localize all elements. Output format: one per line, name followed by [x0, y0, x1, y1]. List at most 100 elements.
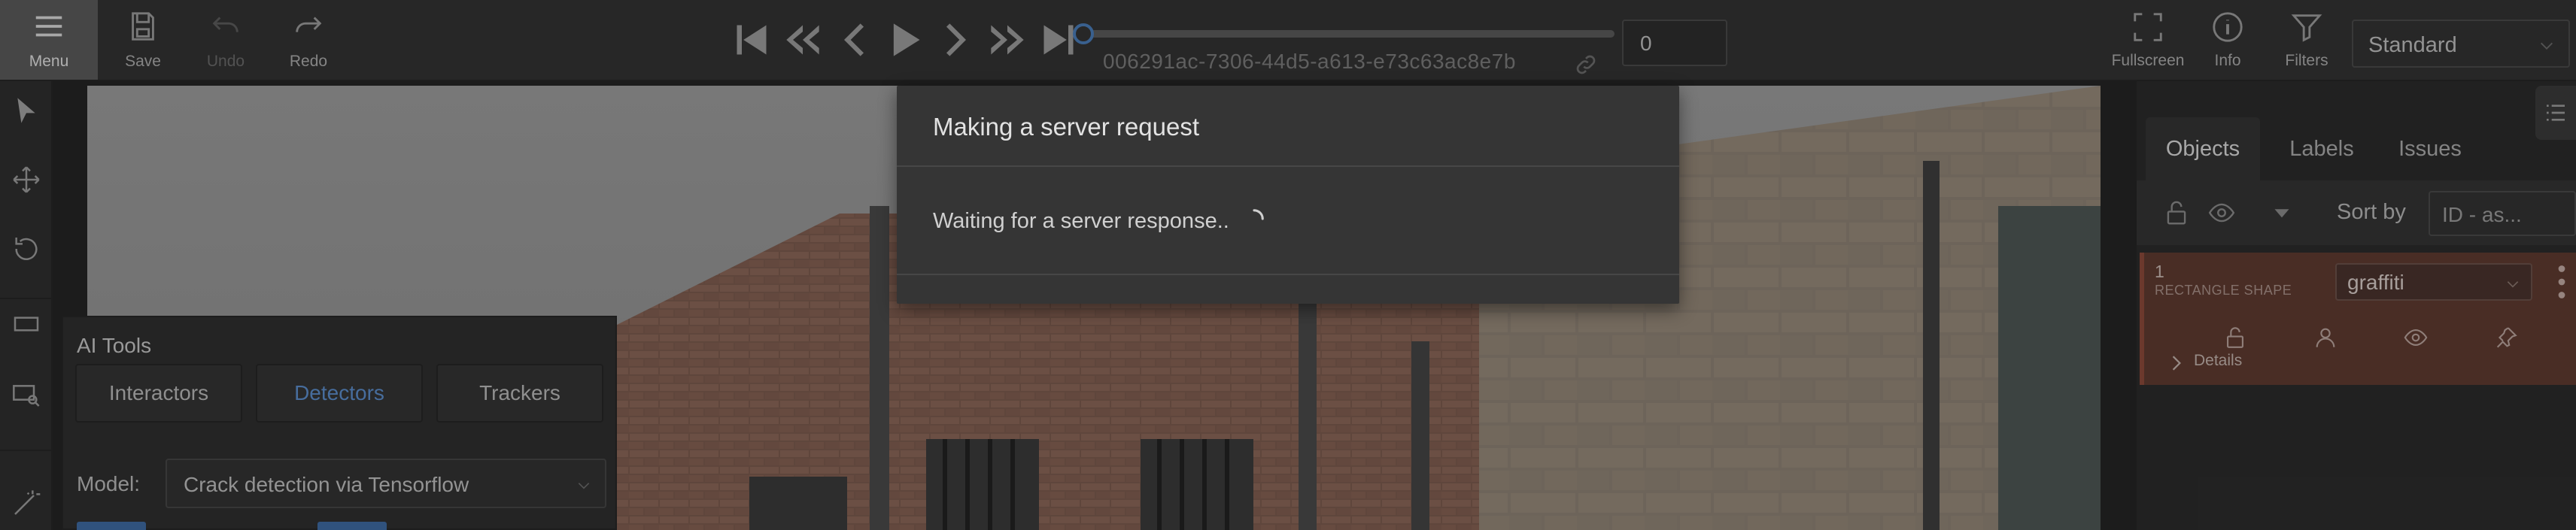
previous-frame-button[interactable] — [832, 15, 876, 65]
list-icon — [2547, 104, 2565, 121]
play-icon — [893, 23, 920, 56]
tab-trackers[interactable]: Trackers — [436, 364, 603, 422]
user-icon[interactable] — [2313, 325, 2338, 350]
save-label: Save — [125, 53, 161, 70]
modal-divider — [897, 274, 1679, 275]
undo-button[interactable]: Undo — [188, 0, 263, 80]
save-icon — [132, 12, 154, 41]
skip-last-icon — [1043, 25, 1074, 55]
object-type: RECTANGLE SHAPE — [2155, 283, 2292, 298]
chevron-down-icon — [2507, 281, 2519, 288]
move-icon — [13, 166, 40, 193]
details-toggle[interactable]: Details — [2194, 352, 2242, 370]
frame-slider[interactable] — [1073, 23, 1615, 44]
tool-divider — [0, 298, 53, 299]
forward-step-button[interactable] — [986, 15, 1029, 65]
tab-issues[interactable]: Issues — [2379, 117, 2481, 180]
undo-label: Undo — [206, 53, 245, 70]
undo-icon — [212, 17, 238, 32]
pin-icon[interactable] — [2493, 325, 2519, 350]
eye-icon[interactable] — [2403, 325, 2429, 350]
modal-title: Making a server request — [933, 113, 1199, 141]
tool-divider — [0, 450, 53, 451]
object-id: 1 — [2155, 262, 2164, 281]
fullscreen-button[interactable]: Fullscreen — [2107, 0, 2189, 80]
link-icon[interactable] — [1574, 53, 1598, 77]
redo-label: Redo — [289, 53, 328, 70]
filter-icon — [2291, 14, 2322, 42]
hamburger-icon — [35, 16, 62, 37]
unlock-icon[interactable] — [2222, 325, 2248, 350]
slider-handle[interactable] — [1073, 23, 1094, 44]
play-button[interactable] — [883, 15, 927, 65]
more-vertical-icon[interactable] — [2556, 263, 2567, 301]
tab-detectors[interactable]: Detectors — [256, 364, 423, 422]
rectangle-icon — [14, 316, 39, 332]
loading-spinner-icon — [1253, 209, 1264, 220]
model-value: Crack detection via Tensorflow — [184, 473, 469, 496]
object-label-select[interactable]: graffiti — [2335, 263, 2532, 301]
ai-action-button[interactable] — [317, 522, 387, 530]
zoom-region-tool[interactable] — [6, 374, 47, 415]
menu-button[interactable]: Menu — [0, 0, 98, 80]
unlock-icon[interactable] — [2162, 198, 2191, 227]
sidebar-collapse-button[interactable] — [2535, 86, 2576, 140]
server-request-modal: Making a server request Waiting for a se… — [897, 86, 1679, 304]
rotate-tool[interactable] — [6, 229, 47, 269]
ai-tools-tabs: Interactors Detectors Trackers — [75, 364, 606, 422]
fast-backward-icon — [786, 25, 819, 55]
tab-labels[interactable]: Labels — [2271, 117, 2373, 180]
menu-label: Menu — [29, 53, 69, 70]
back-step-button[interactable] — [781, 15, 825, 65]
first-frame-button[interactable] — [730, 15, 773, 65]
caret-down-icon[interactable] — [2268, 198, 2296, 227]
workspace-select[interactable]: Standard — [2352, 20, 2570, 68]
eye-icon[interactable] — [2207, 198, 2236, 227]
move-tool[interactable] — [6, 159, 47, 200]
chevron-right-icon[interactable] — [2170, 355, 2183, 371]
fullscreen-label: Fullscreen — [2111, 52, 2185, 69]
frame-number-input[interactable]: 0 — [1622, 20, 1727, 66]
zoom-region-icon — [13, 385, 40, 407]
ai-tools-button[interactable] — [6, 483, 47, 523]
frame-filename: 006291ac-7306-44d5-a613-e73c63ac8e7b — [1103, 50, 1516, 73]
sort-value: ID - as... — [2442, 203, 2522, 226]
object-label-value: graffiti — [2347, 271, 2404, 294]
model-select[interactable]: Crack detection via Tensorflow — [166, 459, 606, 508]
chevron-right-icon — [946, 23, 966, 56]
objects-toolbar: Sort by ID - as... — [2137, 180, 2576, 245]
fast-forward-icon — [991, 25, 1024, 55]
redo-button[interactable]: Redo — [271, 0, 346, 80]
rotate-icon — [15, 238, 38, 260]
sort-select[interactable]: ID - as... — [2429, 191, 2576, 236]
cursor-icon — [17, 98, 35, 123]
ai-action-button[interactable] — [77, 522, 146, 530]
tab-interactors[interactable]: Interactors — [75, 364, 242, 422]
sort-label: Sort by — [2337, 200, 2406, 224]
modal-divider — [897, 165, 1679, 167]
annotation-app: Menu Save Undo Redo 006291ac-7306-44d5-a… — [0, 0, 2576, 530]
chevron-down-icon — [2541, 42, 2553, 50]
rectangle-tool[interactable] — [6, 304, 47, 344]
next-frame-button[interactable] — [934, 15, 978, 65]
info-icon — [2213, 12, 2243, 42]
chevron-down-icon — [578, 483, 590, 489]
filters-button[interactable]: Filters — [2269, 0, 2344, 80]
magic-wand-icon — [14, 490, 41, 515]
model-label: Model: — [77, 472, 141, 495]
objects-sidebar: Objects Labels Issues Sort by ID - as...… — [2137, 81, 2576, 530]
ai-tools-title: AI Tools — [77, 334, 152, 357]
save-button[interactable]: Save — [105, 0, 181, 80]
top-toolbar: Menu Save Undo Redo 006291ac-7306-44d5-a… — [0, 0, 2576, 81]
ai-tools-panel: AI Tools Interactors Detectors Trackers … — [62, 316, 617, 530]
filters-label: Filters — [2285, 52, 2328, 69]
info-button[interactable]: Info — [2194, 0, 2262, 80]
tab-objects[interactable]: Objects — [2146, 117, 2260, 180]
last-frame-button[interactable] — [1037, 15, 1080, 65]
player-controls — [730, 15, 1080, 65]
cursor-tool[interactable] — [6, 90, 47, 131]
workspace-value: Standard — [2368, 33, 2457, 57]
sidebar-tabs: Objects Labels Issues — [2137, 117, 2576, 180]
object-card[interactable]: 1 RECTANGLE SHAPE graffiti Details — [2140, 253, 2576, 385]
modal-message: Waiting for a server response.. — [933, 209, 1229, 233]
